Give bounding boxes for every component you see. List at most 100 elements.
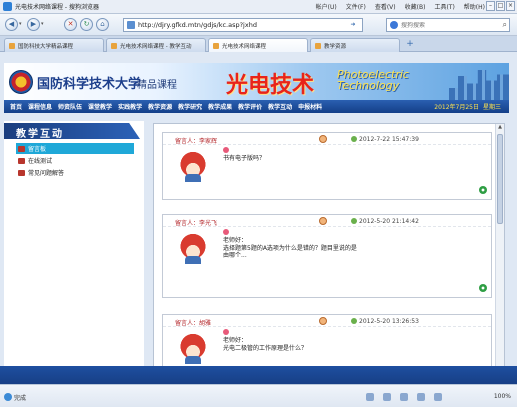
sidebar-menu: 留言板 在线测试 常见问题解答 xyxy=(16,143,134,179)
tab-interaction[interactable]: 光电技术网络课程 - 教学互动 xyxy=(106,38,206,52)
tab-label: 国防科技大学精品课程 xyxy=(18,43,74,50)
minimize-button[interactable]: – xyxy=(486,1,495,11)
address-bar[interactable]: http://djry.gfkd.mtn/gdjs/kc.asp?jxhd ➜ xyxy=(123,18,363,32)
home-button[interactable]: ⌂ xyxy=(96,18,109,31)
post-header xyxy=(163,315,491,327)
tab-course-home[interactable]: 国防科技大学精品课程 xyxy=(4,38,104,52)
nav-achievements[interactable]: 教学成果 xyxy=(208,102,232,111)
nav-evaluation[interactable]: 教学评价 xyxy=(238,102,262,111)
sidebar-item-label: 留言板 xyxy=(28,146,47,153)
city-skyline-image xyxy=(449,70,509,100)
forward-history-dropdown[interactable]: ▾ xyxy=(41,19,48,30)
tab-resources[interactable]: 教学资源 xyxy=(310,38,400,52)
tab-favicon-icon xyxy=(111,42,117,49)
sidebar-heading: 教学互动 xyxy=(16,129,64,140)
download-icon[interactable] xyxy=(366,393,374,401)
browser-logo-icon xyxy=(3,2,12,11)
book-icon xyxy=(18,169,25,176)
search-input[interactable] xyxy=(401,21,496,29)
nav-research[interactable]: 教学研究 xyxy=(178,102,202,111)
nav-course-info[interactable]: 课程信息 xyxy=(28,102,52,111)
settings-icon[interactable] xyxy=(434,393,442,401)
forward-button[interactable]: ▶ xyxy=(27,18,40,31)
maximize-button[interactable]: □ xyxy=(496,1,505,11)
university-name: 国防科学技术大学 xyxy=(37,77,142,92)
mood-icon xyxy=(223,229,229,235)
tab-favicon-icon xyxy=(213,43,219,49)
post-author: 留言人：李家辉 xyxy=(175,138,218,145)
nav-practice[interactable]: 实践教学 xyxy=(118,102,142,111)
sidebar-item-label: 在线测试 xyxy=(28,158,53,165)
window-title: 光电技术网络课程 - 搜狗浏览器 xyxy=(15,4,99,11)
course-title-english: Photoelectric Technology xyxy=(337,68,409,92)
zoom-level[interactable]: 100% xyxy=(494,393,511,400)
menu-account[interactable]: 帐户(U) xyxy=(316,2,337,11)
clock-icon xyxy=(351,218,357,224)
scrollbar-thumb[interactable] xyxy=(497,134,503,224)
post-body: 老师好： 选择题第5题的A选项为什么是错的？题目里说的是 由哪个... xyxy=(223,237,357,259)
current-date: 2012年7月25日 xyxy=(434,104,479,111)
nav-resources[interactable]: 教学资源 xyxy=(148,102,172,111)
reply-icon[interactable] xyxy=(479,284,487,292)
back-history-dropdown[interactable]: ▾ xyxy=(19,19,26,30)
window-controls: – □ × xyxy=(486,1,515,11)
menu-help[interactable]: 帮助(H) xyxy=(464,2,485,11)
guestbook-post: 留言人：李光飞 2012-5-20 21:14:42 老师好： 选择题第5题的A… xyxy=(162,214,492,298)
face-icon xyxy=(319,135,327,143)
sidebar-heading-bar: 教学互动 xyxy=(4,123,140,139)
post-author: 留言人：胡雅 xyxy=(175,320,212,327)
new-tab-button[interactable]: + xyxy=(404,39,416,51)
search-box[interactable]: ⌕ xyxy=(386,18,510,32)
user-avatar xyxy=(179,150,207,182)
page-footer-band xyxy=(0,366,517,384)
tab-course-active[interactable]: 光电技术网络课程 xyxy=(208,38,308,53)
menu-view[interactable]: 查看(V) xyxy=(375,2,396,11)
post-time: 2012-7-22 15:47:39 xyxy=(359,136,419,143)
menu-tools[interactable]: 工具(T) xyxy=(434,2,454,11)
guestbook-panel: 留言人：李家辉 2012-7-22 15:47:39 书有电子版吗？ 留言人：李… xyxy=(153,123,505,384)
post-body: 书有电子版吗？ xyxy=(223,155,266,162)
clock-icon xyxy=(351,136,357,142)
menu-file[interactable]: 文件(F) xyxy=(346,2,366,11)
tab-favicon-icon xyxy=(9,42,15,49)
go-arrow-icon[interactable]: ➜ xyxy=(346,21,360,30)
menu-favorites[interactable]: 收藏(B) xyxy=(405,2,426,11)
content-scrollbar[interactable]: ▲ xyxy=(495,124,504,383)
sidebar-item-label: 常见问题解答 xyxy=(28,170,65,177)
nav-application[interactable]: 申报材料 xyxy=(298,102,322,111)
url-text[interactable]: http://djry.gfkd.mtn/gdjs/kc.asp?jxhd xyxy=(138,21,257,29)
nav-faculty[interactable]: 师资队伍 xyxy=(58,102,82,111)
sidebar-item-faq[interactable]: 常见问题解答 xyxy=(16,167,134,178)
sound-icon[interactable] xyxy=(400,393,408,401)
site-banner: 国防科学技术大学 精品课程 光电技术 Photoelectric Technol… xyxy=(4,63,509,100)
nav-home[interactable]: 首页 xyxy=(10,102,22,111)
clock-icon xyxy=(351,318,357,324)
scroll-up-arrow-icon[interactable]: ▲ xyxy=(496,124,504,132)
refresh-button[interactable]: ↻ xyxy=(80,18,93,31)
nav-interaction[interactable]: 教学互动 xyxy=(268,102,292,111)
screenshot-icon[interactable] xyxy=(417,393,425,401)
university-emblem-icon xyxy=(9,70,33,94)
search-icon[interactable]: ⌕ xyxy=(503,20,507,30)
status-tools xyxy=(366,393,442,401)
sidebar-item-guestbook[interactable]: 留言板 xyxy=(16,143,134,154)
book-icon xyxy=(18,145,25,152)
status-bar: 完成 100% xyxy=(0,384,517,407)
sidebar-item-online-test[interactable]: 在线测试 xyxy=(16,155,134,166)
search-engine-icon[interactable] xyxy=(390,21,398,29)
nav-classroom[interactable]: 课堂教学 xyxy=(88,102,112,111)
tab-label: 光电技术网络课程 - 教学互动 xyxy=(120,43,192,50)
post-author: 留言人：李光飞 xyxy=(175,220,218,227)
face-icon xyxy=(319,317,327,325)
reply-icon[interactable] xyxy=(479,186,487,194)
book-icon xyxy=(18,157,25,164)
stop-button[interactable]: ✕ xyxy=(64,18,77,31)
security-icon[interactable] xyxy=(383,393,391,401)
mood-icon xyxy=(223,329,229,335)
guestbook-post: 留言人：李家辉 2012-7-22 15:47:39 书有电子版吗？ xyxy=(162,132,492,200)
user-avatar xyxy=(179,232,207,264)
sidebar: 教学互动 留言板 在线测试 常见问题解答 xyxy=(4,121,144,384)
back-button[interactable]: ◀ xyxy=(5,18,18,31)
close-window-button[interactable]: × xyxy=(506,1,515,11)
course-label: 精品课程 xyxy=(137,80,177,91)
